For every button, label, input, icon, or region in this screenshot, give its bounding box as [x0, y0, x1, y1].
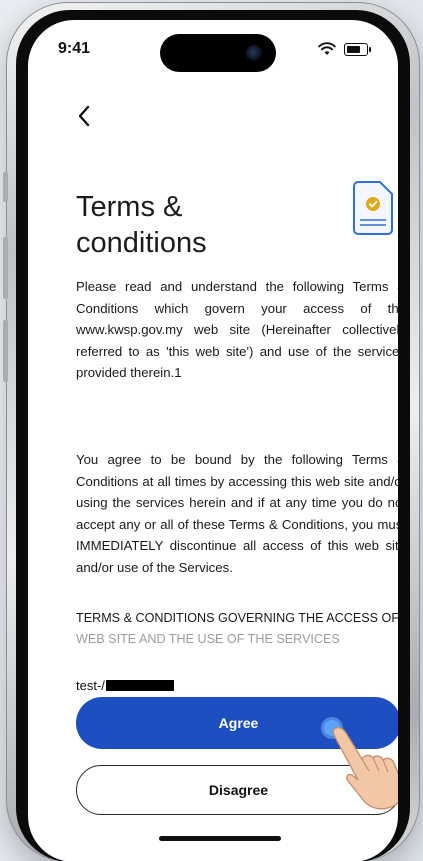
- status-icons: [318, 42, 371, 56]
- section-heading-faded-text: WEB SITE AND THE USE OF THE SERVICES: [76, 632, 340, 646]
- mute-switch: [3, 172, 8, 202]
- wifi-icon: [318, 42, 336, 55]
- page-title: Terms & conditions: [76, 191, 207, 260]
- chevron-left-icon: [78, 105, 90, 127]
- pointing-hand-icon: [332, 726, 398, 810]
- user-id-prefix: test-/: [76, 678, 105, 693]
- back-button[interactable]: [70, 102, 98, 130]
- document-check-icon: [353, 181, 393, 235]
- camera-icon: [246, 45, 262, 61]
- volume-up-button: [3, 237, 8, 299]
- section-heading-text: TERMS & CONDITIONS GOVERNING THE ACCESS …: [76, 611, 398, 625]
- terms-paragraph-2: You agree to be bound by the following T…: [76, 452, 398, 575]
- agree-button-label: Agree: [218, 715, 259, 731]
- terms-paragraph-1: Please read and understand the following…: [76, 279, 398, 381]
- phone-bezel: 9:41 Terms & conditions Please read and …: [16, 10, 410, 861]
- redacted-bar: [105, 680, 174, 691]
- dynamic-island: [160, 34, 276, 72]
- volume-down-button: [3, 320, 8, 382]
- home-indicator: [159, 836, 281, 841]
- app-screen: 9:41 Terms & conditions Please read and …: [28, 20, 398, 861]
- user-id: test-/: [76, 678, 174, 693]
- status-time: 9:41: [58, 40, 91, 57]
- phone-frame: 9:41 Terms & conditions Please read and …: [3, 2, 420, 861]
- disagree-button-label: Disagree: [208, 782, 269, 798]
- battery-icon: [344, 42, 371, 56]
- section-heading: TERMS & CONDITIONS GOVERNING THE ACCESS …: [76, 608, 398, 650]
